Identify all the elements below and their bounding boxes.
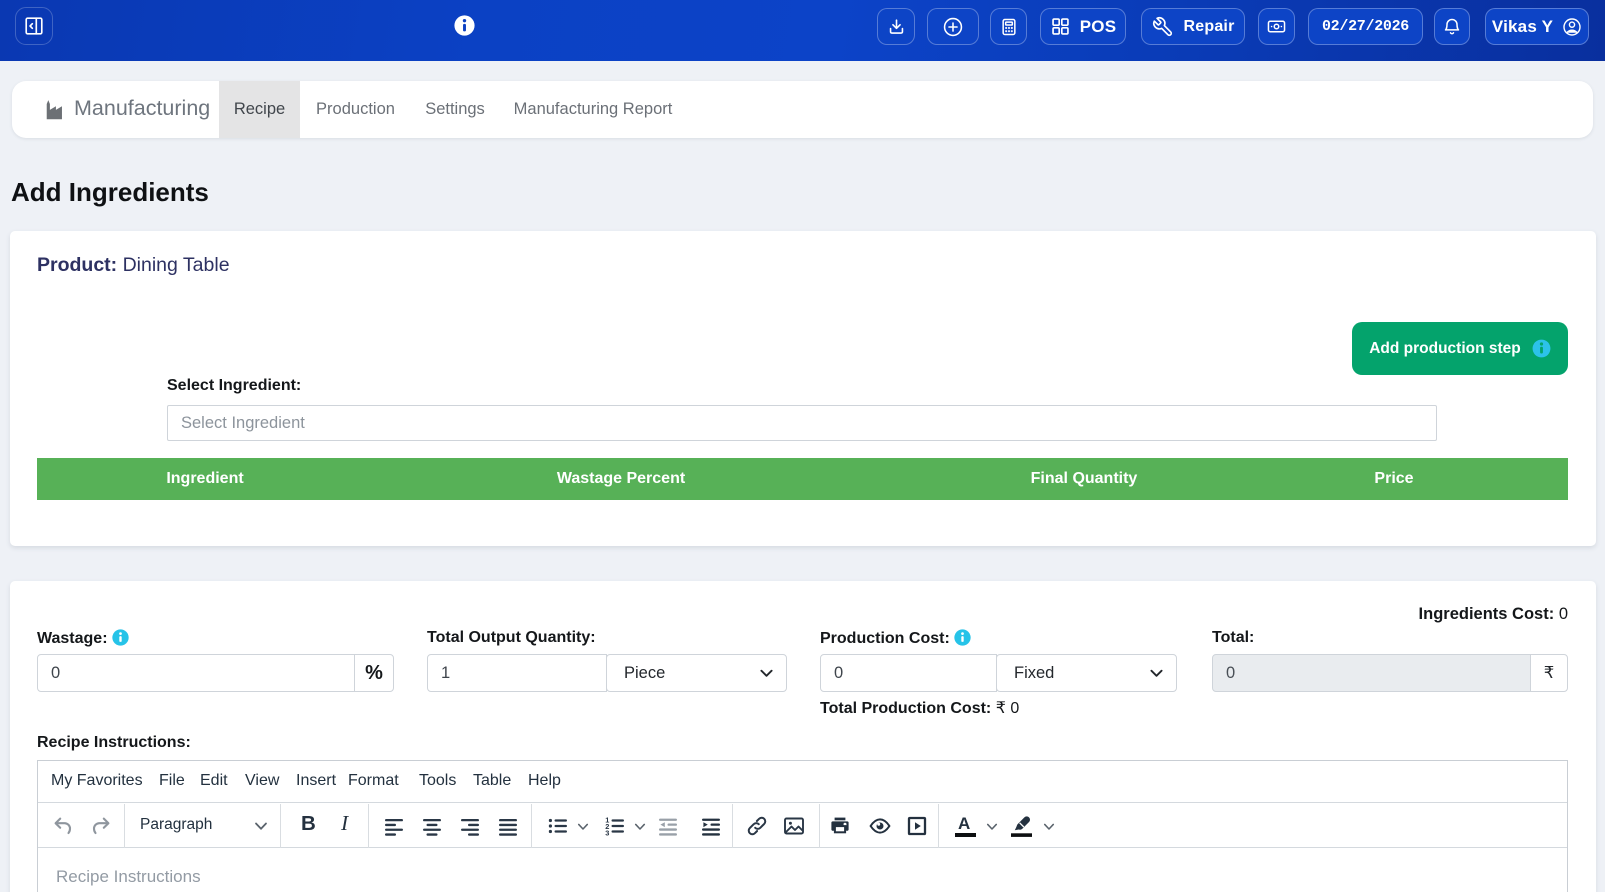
svg-text:3: 3 xyxy=(605,828,609,837)
